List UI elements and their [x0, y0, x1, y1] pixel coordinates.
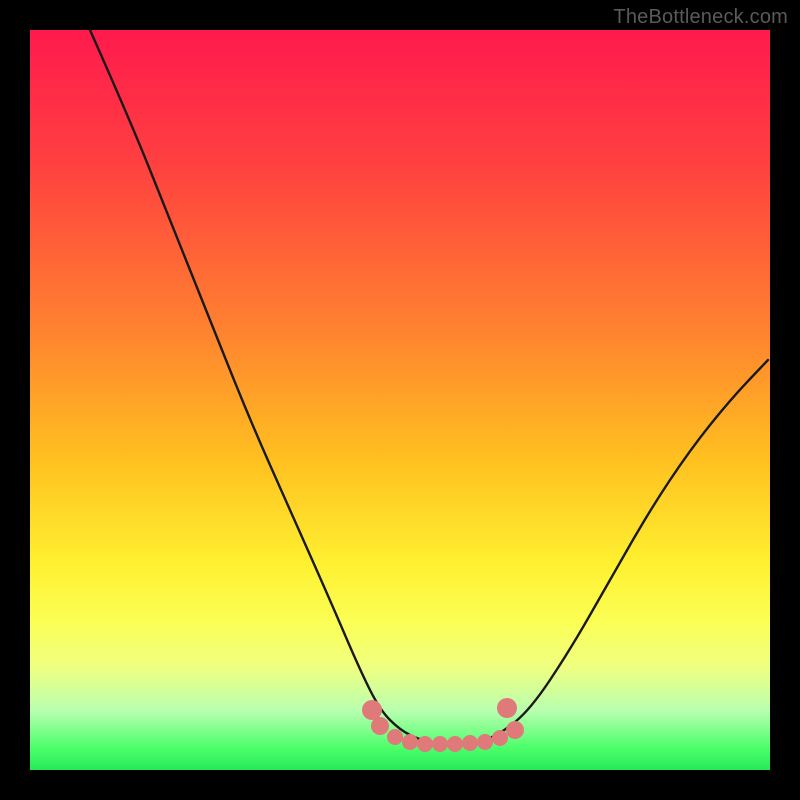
trough-marker	[506, 721, 524, 739]
trough-marker	[402, 734, 418, 750]
trough-marker	[462, 735, 478, 751]
plot-area	[30, 30, 770, 770]
trough-marker	[417, 736, 433, 752]
bottleneck-curve	[90, 30, 768, 744]
trough-marker	[432, 736, 448, 752]
trough-marker	[447, 736, 463, 752]
trough-markers	[362, 698, 524, 752]
watermark-text: TheBottleneck.com	[613, 6, 788, 29]
curve-layer	[30, 30, 770, 770]
trough-marker	[387, 729, 403, 745]
trough-marker	[477, 734, 493, 750]
trough-marker	[497, 698, 517, 718]
trough-marker	[362, 700, 382, 720]
chart-frame: TheBottleneck.com	[0, 0, 800, 800]
trough-marker	[492, 730, 508, 746]
